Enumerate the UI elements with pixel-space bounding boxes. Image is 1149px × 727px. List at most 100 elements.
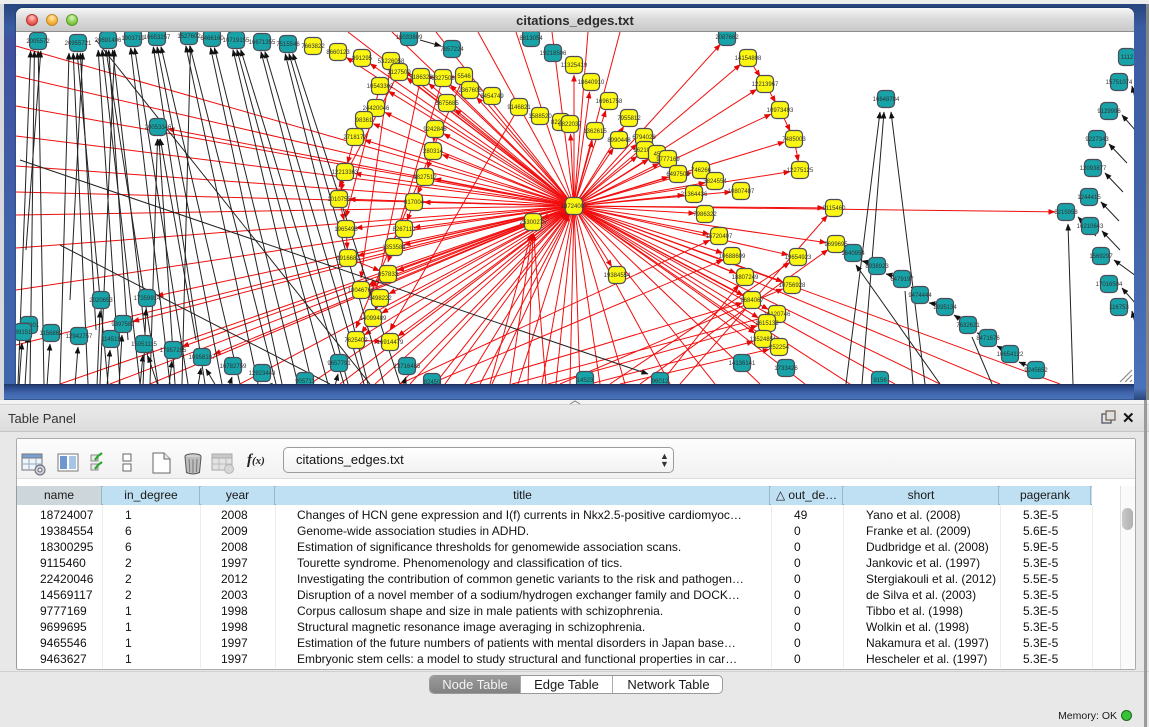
svg-text:9156: 9156 — [873, 378, 887, 384]
svg-text:12942757: 12942757 — [66, 334, 93, 340]
svg-text:1010755: 1010755 — [327, 197, 351, 203]
svg-text:8215958: 8215958 — [1054, 210, 1078, 216]
svg-text:19654923: 19654923 — [785, 255, 812, 261]
svg-text:8822037: 8822037 — [558, 122, 582, 128]
svg-text:16033809: 16033809 — [396, 35, 423, 41]
svg-text:8267110: 8267110 — [393, 227, 417, 233]
svg-text:21364436: 21364436 — [681, 192, 708, 198]
svg-text:14523: 14523 — [577, 378, 594, 384]
svg-text:16210643: 16210643 — [1077, 224, 1104, 230]
svg-text:39151: 39151 — [16, 330, 32, 336]
svg-text:16782759: 16782759 — [220, 364, 247, 370]
svg-text:10807487: 10807487 — [728, 189, 755, 195]
svg-text:3127509: 3127509 — [387, 70, 411, 76]
svg-text:82450: 82450 — [424, 380, 441, 384]
svg-text:12213363: 12213363 — [332, 170, 359, 176]
svg-text:5675685: 5675685 — [435, 101, 459, 107]
svg-text:252254: 252254 — [769, 345, 790, 351]
svg-text:9242848: 9242848 — [423, 127, 447, 133]
svg-text:7986322: 7986322 — [693, 212, 717, 218]
svg-text:2020653: 2020653 — [89, 298, 113, 304]
svg-text:96012: 96012 — [652, 379, 669, 384]
svg-text:2935134: 2935134 — [933, 305, 957, 311]
svg-text:17359914: 17359914 — [134, 296, 161, 302]
svg-text:1527602: 1527602 — [177, 34, 201, 40]
svg-text:7955812: 7955812 — [617, 116, 641, 122]
svg-text:18807249: 18807249 — [732, 275, 759, 281]
svg-text:905711: 905711 — [295, 379, 315, 384]
svg-text:98361: 98361 — [356, 118, 373, 124]
svg-text:10719155: 10719155 — [223, 38, 250, 44]
svg-text:9129996: 9129996 — [1097, 109, 1121, 115]
svg-text:6466160: 6466160 — [200, 36, 224, 42]
svg-text:10543362: 10543362 — [367, 84, 394, 90]
svg-text:9146821: 9146821 — [507, 105, 531, 111]
svg-text:12923448: 12923448 — [249, 371, 276, 377]
svg-text:15720407: 15720407 — [706, 234, 733, 240]
svg-text:3186328: 3186328 — [409, 75, 433, 81]
svg-text:15051115: 15051115 — [131, 342, 157, 348]
svg-text:17016504: 17016504 — [1096, 282, 1123, 288]
svg-text:1244415: 1244415 — [1077, 195, 1101, 201]
svg-text:9684067: 9684067 — [740, 298, 764, 304]
svg-text:10688609: 10688609 — [719, 254, 746, 260]
svg-text:14099489: 14099489 — [360, 316, 387, 322]
svg-text:1965498: 1965498 — [334, 227, 358, 233]
svg-text:18724007: 18724007 — [561, 204, 588, 210]
svg-text:3824554: 3824554 — [703, 179, 727, 185]
svg-text:12213967: 12213967 — [752, 82, 779, 88]
svg-text:2087662: 2087662 — [715, 35, 739, 41]
svg-text:1498222: 1498222 — [368, 296, 392, 302]
svg-text:2718170: 2718170 — [343, 135, 367, 141]
svg-text:20691406: 20691406 — [95, 38, 122, 44]
svg-text:19384554: 19384554 — [604, 273, 631, 279]
svg-text:10958107: 10958107 — [189, 355, 216, 361]
svg-text:9115460: 9115460 — [823, 206, 847, 212]
svg-text:8990448: 8990448 — [607, 138, 631, 144]
svg-text:16671355: 16671355 — [249, 40, 276, 46]
svg-text:16914479: 16914479 — [377, 340, 404, 346]
svg-text:18640910: 18640910 — [578, 80, 605, 86]
svg-text:857833: 857833 — [378, 272, 399, 278]
svg-text:6497508: 6497508 — [666, 172, 690, 178]
svg-text:7515546: 7515546 — [276, 42, 300, 48]
svg-text:1362615: 1362615 — [583, 129, 607, 135]
svg-text:7632621: 7632621 — [956, 323, 980, 329]
svg-text:13716485: 13716485 — [394, 364, 421, 370]
svg-text:14136141: 14136141 — [729, 361, 756, 367]
svg-text:9657791: 9657791 — [327, 361, 351, 367]
svg-text:9245652: 9245652 — [1024, 368, 1048, 374]
svg-text:6479197: 6479197 — [890, 277, 914, 283]
svg-text:9327508: 9327508 — [431, 76, 455, 82]
svg-text:15751074: 15751074 — [1106, 80, 1133, 86]
svg-text:10973493: 10973493 — [767, 108, 794, 114]
svg-text:7625402: 7625402 — [344, 338, 368, 344]
svg-text:25300275: 25300275 — [520, 220, 547, 226]
svg-text:114519: 114519 — [101, 337, 121, 343]
svg-text:891295: 891295 — [352, 56, 373, 62]
svg-text:1569297: 1569297 — [1089, 254, 1113, 260]
svg-text:8813054: 8813054 — [519, 36, 543, 42]
svg-text:9777169: 9777169 — [656, 157, 680, 163]
svg-text:1903719: 1903719 — [121, 36, 145, 42]
svg-text:6794028: 6794028 — [632, 135, 656, 141]
svg-text:817004: 817004 — [404, 200, 425, 206]
svg-text:5546: 5546 — [457, 74, 471, 80]
svg-text:1156862: 1156862 — [40, 331, 64, 337]
svg-text:9827512: 9827512 — [413, 175, 437, 181]
svg-text:10046766: 10046766 — [348, 288, 375, 294]
svg-text:19218506: 19218506 — [540, 51, 567, 57]
svg-text:16961758: 16961758 — [596, 99, 623, 105]
svg-text:10653257: 10653257 — [144, 35, 171, 41]
svg-text:9227343: 9227343 — [1085, 137, 1109, 143]
svg-text:1916682: 1916682 — [336, 256, 360, 262]
svg-text:2005572: 2005572 — [26, 39, 50, 45]
svg-text:1640954: 1640954 — [841, 251, 865, 257]
svg-text:20955721: 20955721 — [65, 41, 92, 47]
svg-text:10756928: 10756928 — [779, 283, 806, 289]
svg-text:12275125: 12275125 — [787, 168, 814, 174]
svg-text:1588520: 1588520 — [528, 114, 552, 120]
svg-text:8938923: 8938923 — [865, 264, 889, 270]
svg-text:9474444: 9474444 — [908, 293, 932, 299]
svg-text:17957255: 17957255 — [160, 348, 187, 354]
